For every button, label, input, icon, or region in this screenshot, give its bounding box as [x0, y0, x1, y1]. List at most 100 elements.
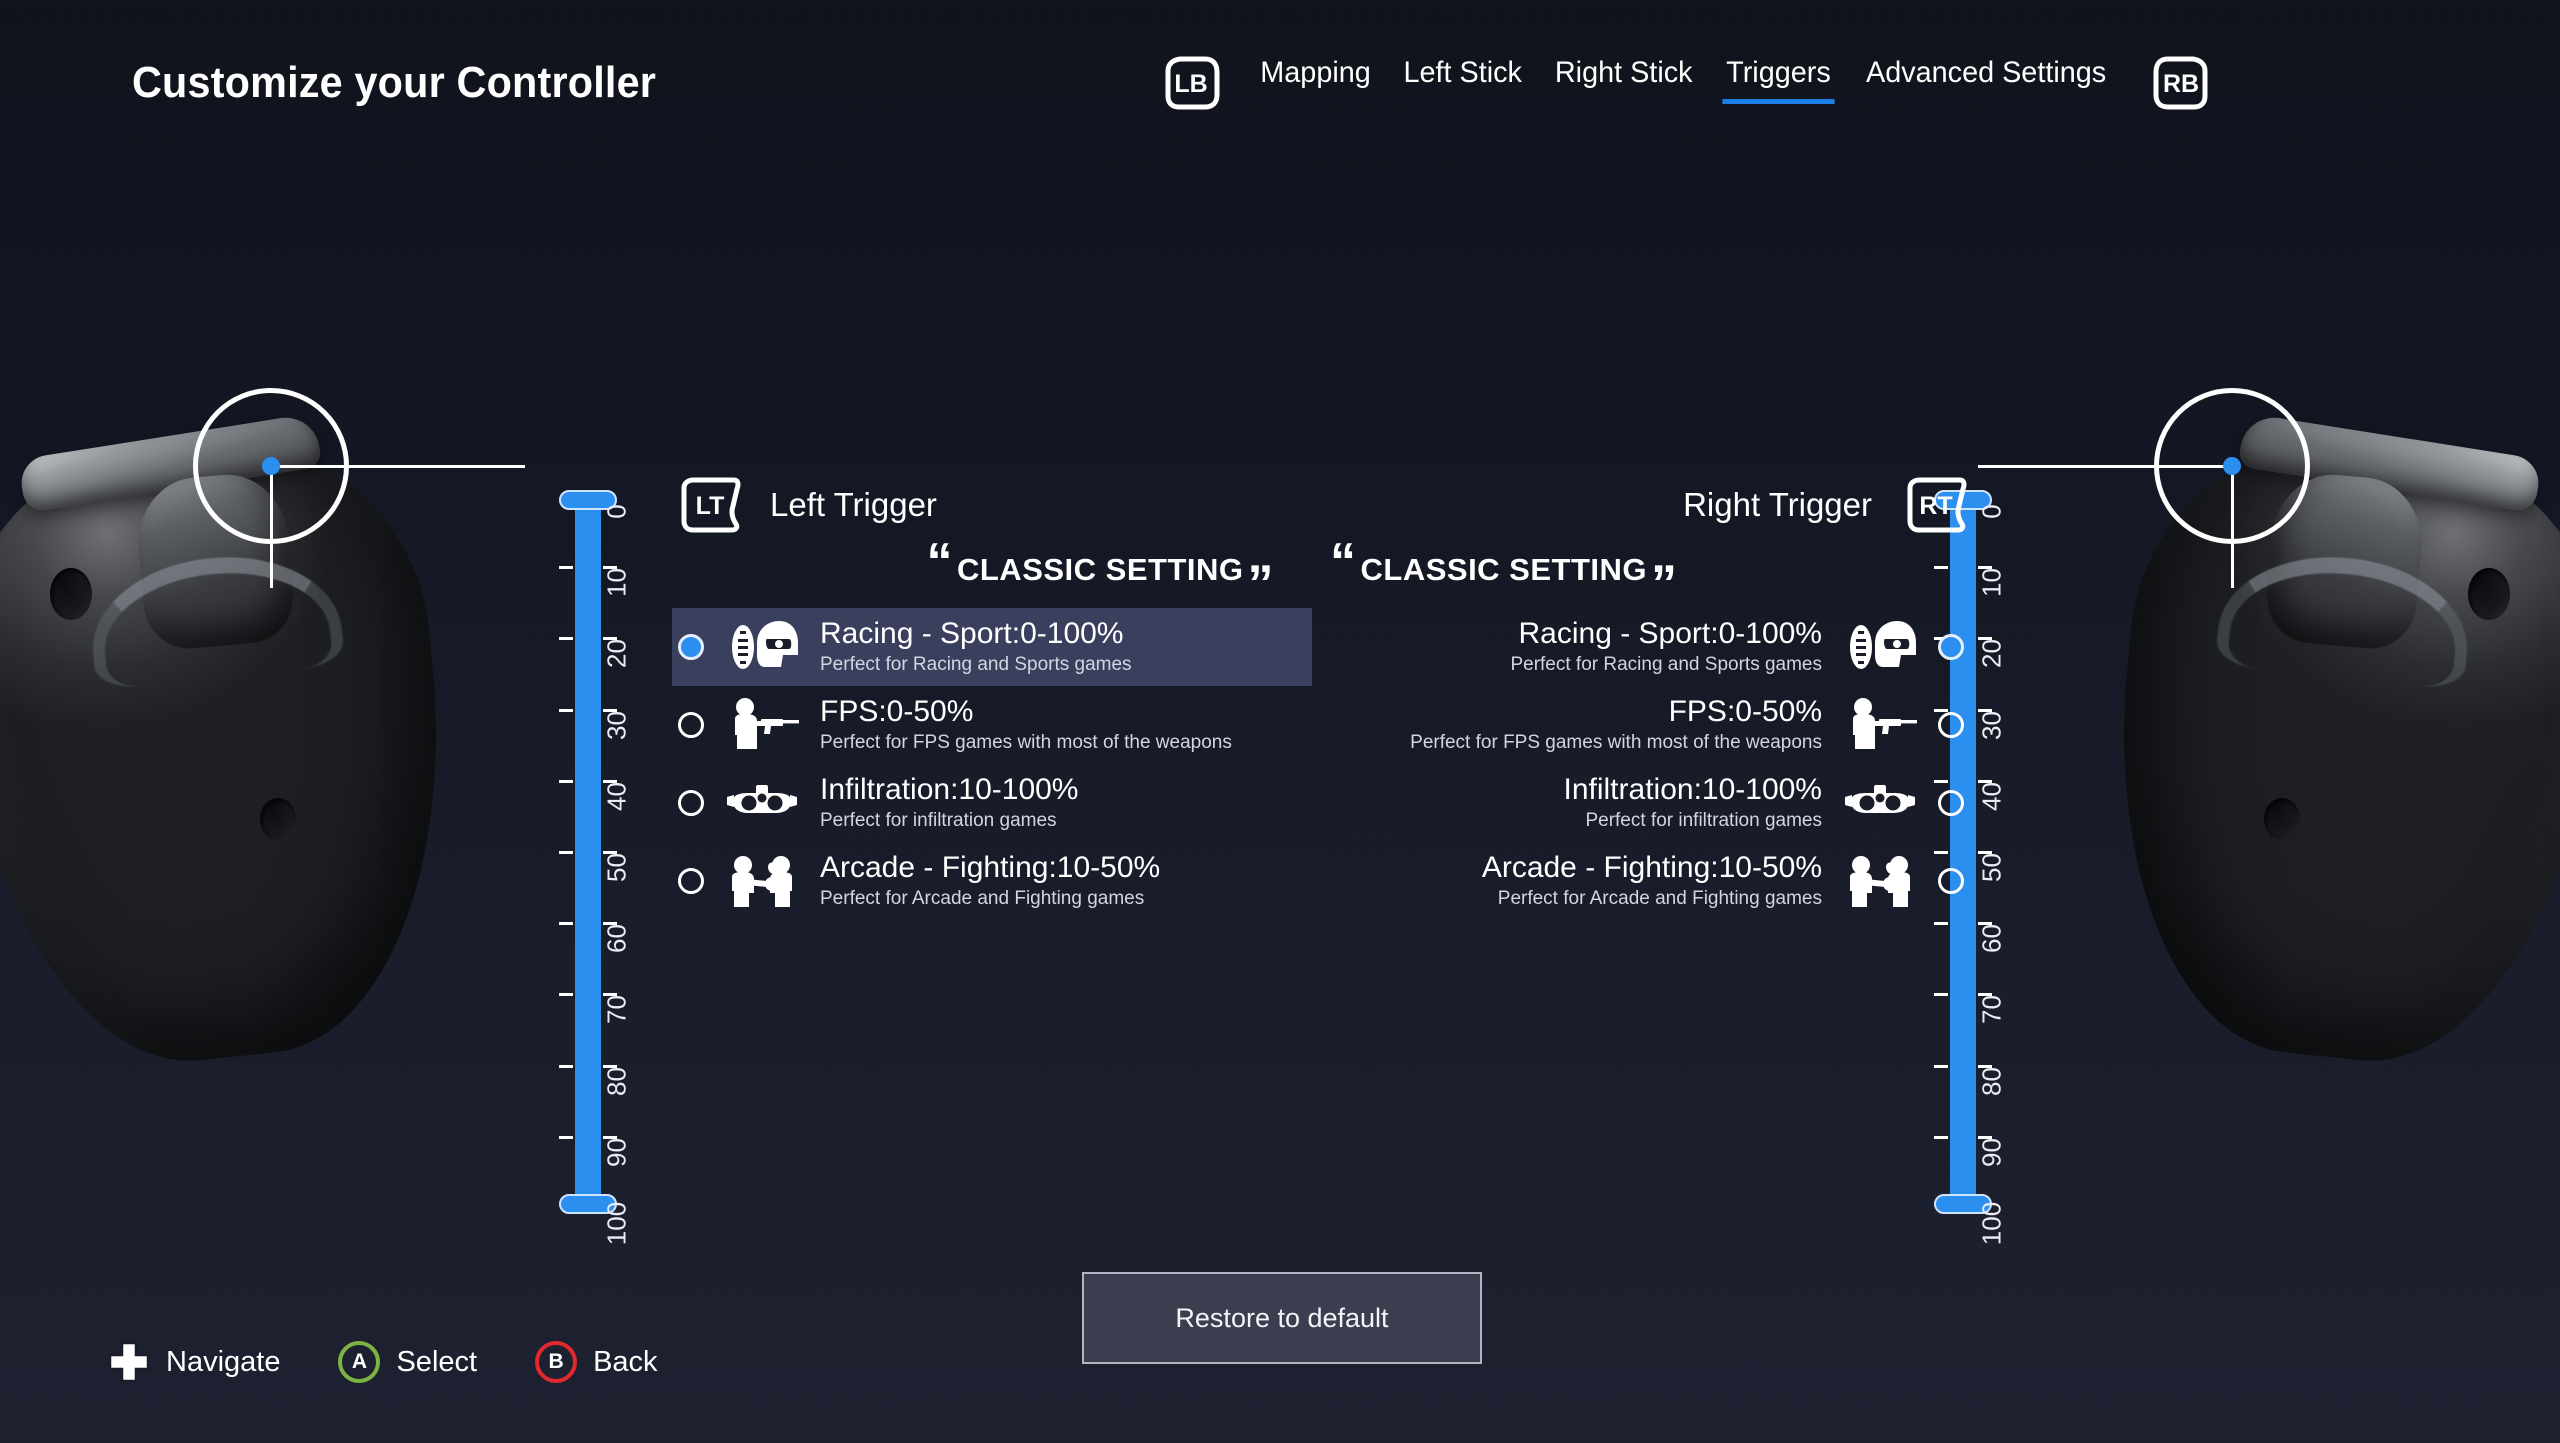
slider-tick: [1934, 993, 1948, 996]
slider-tick: [559, 637, 573, 640]
right-trigger-panel: Right Trigger RT “ CLASSIC SETTING ”: [1330, 470, 1970, 920]
slider-tick-label: 60: [1992, 923, 2046, 954]
slider-tick: [559, 1136, 573, 1139]
slider-tick: [559, 709, 573, 712]
radio-button[interactable]: [678, 790, 704, 816]
option-row-arcade-fighting[interactable]: Arcade - Fighting:10-50% Perfect for Arc…: [1330, 842, 1970, 920]
option-title: Racing - Sport:0-100%: [820, 616, 1306, 652]
tab-left-stick[interactable]: Left Stick: [1390, 55, 1535, 111]
option-text: Arcade - Fighting:10-50% Perfect for Arc…: [820, 850, 1306, 912]
footer-button-hints: Navigate A Select B Back: [108, 1341, 658, 1383]
option-text: Racing - Sport:0-100% Perfect for Racing…: [820, 616, 1306, 678]
option-subtitle: Perfect for infiltration games: [820, 808, 1306, 834]
option-text: Infiltration:10-100% Perfect for infiltr…: [820, 772, 1306, 834]
controller-vent: [2264, 798, 2300, 840]
hint-label: Back: [593, 1346, 657, 1379]
fps-soldier-icon: [722, 694, 802, 756]
left-trigger-option-list: Racing - Sport:0-100% Perfect for Racing…: [672, 608, 1312, 920]
controller-vent: [50, 568, 92, 620]
slider-tick-label: 30: [1992, 710, 2046, 741]
left-trigger-title: Left Trigger: [770, 486, 937, 524]
option-title: Racing - Sport:0-100%: [1336, 616, 1822, 652]
a-button-icon: A: [338, 1341, 380, 1383]
radio-button[interactable]: [1938, 712, 1964, 738]
right-trigger-option-list: Racing - Sport:0-100% Perfect for Racing…: [1330, 608, 1970, 920]
option-subtitle: Perfect for Racing and Sports games: [820, 652, 1306, 678]
tab-triggers[interactable]: Triggers: [1713, 55, 1844, 111]
radio-button[interactable]: [678, 634, 704, 660]
hint-back[interactable]: B Back: [535, 1341, 657, 1383]
fighting-icon: [1840, 850, 1920, 912]
page-title: Customize your Controller: [132, 58, 656, 108]
reticle-vertical-line: [2231, 466, 2234, 588]
slider-tick: [559, 922, 573, 925]
reticle-center-dot-icon: [2223, 457, 2241, 475]
lb-bumper-icon: LB: [1160, 55, 1222, 111]
option-row-racing-sport[interactable]: Racing - Sport:0-100% Perfect for Racing…: [1330, 608, 1970, 686]
slider-tick: [559, 993, 573, 996]
slider-tick-label: 40: [1992, 781, 2046, 812]
radio-button[interactable]: [1938, 790, 1964, 816]
slider-tick: [559, 1065, 573, 1068]
slider-tick-label: 80: [617, 1066, 671, 1097]
slider-tick-label: 20: [1992, 638, 2046, 669]
option-title: Infiltration:10-100%: [820, 772, 1306, 808]
option-text: Racing - Sport:0-100% Perfect for Racing…: [1336, 616, 1822, 678]
dpad-icon: [108, 1341, 150, 1383]
lt-trigger-icon: LT: [672, 476, 744, 534]
left-trigger-panel: LT Left Trigger “ CLASSIC SETTING ”: [672, 470, 1312, 920]
option-row-fps[interactable]: FPS:0-50% Perfect for FPS games with mos…: [672, 686, 1312, 764]
tab-label: Advanced Settings: [1866, 55, 2106, 91]
restore-to-default-button[interactable]: Restore to default: [1082, 1272, 1482, 1364]
option-row-fps[interactable]: FPS:0-50% Perfect for FPS games with mos…: [1330, 686, 1970, 764]
slider-tick: [559, 566, 573, 569]
slider-tick-label: 80: [1992, 1066, 2046, 1097]
option-subtitle: Perfect for FPS games with most of the w…: [1336, 730, 1822, 756]
radio-button[interactable]: [1938, 634, 1964, 660]
radio-button[interactable]: [678, 868, 704, 894]
option-title: Arcade - Fighting:10-50%: [1336, 850, 1822, 886]
option-row-infiltration[interactable]: Infiltration:10-100% Perfect for infiltr…: [1330, 764, 1970, 842]
left-trigger-header: LT Left Trigger: [672, 470, 1312, 540]
section-label-text: CLASSIC SETTING: [1361, 552, 1648, 588]
fighting-icon: [722, 850, 802, 912]
slider-tick: [1934, 1065, 1948, 1068]
slider-tick-label: 50: [1992, 852, 2046, 883]
option-text: Infiltration:10-100% Perfect for infiltr…: [1336, 772, 1822, 834]
page-header: Customize your Controller LB Mapping Lef…: [0, 0, 2560, 190]
left-trigger-range-slider[interactable]: 0102030405060708090100: [553, 496, 673, 1236]
option-row-racing-sport[interactable]: Racing - Sport:0-100% Perfect for Racing…: [672, 608, 1312, 686]
controller-vent: [2468, 568, 2510, 620]
tab-mapping[interactable]: Mapping: [1247, 55, 1384, 111]
fps-soldier-icon: [1840, 694, 1920, 756]
controller-vent: [260, 798, 296, 840]
option-title: Arcade - Fighting:10-50%: [820, 850, 1306, 886]
right-trigger-title: Right Trigger: [1683, 486, 1872, 524]
right-trigger-section-label: “ CLASSIC SETTING ”: [1330, 540, 1970, 600]
hint-select[interactable]: A Select: [338, 1341, 477, 1383]
hint-label: Navigate: [166, 1346, 280, 1379]
reticle-leader-line: [1978, 465, 2232, 468]
option-title: Infiltration:10-100%: [1336, 772, 1822, 808]
svg-text:LT: LT: [696, 492, 725, 520]
slider-tick: [559, 851, 573, 854]
slider-tick-label: 70: [617, 994, 671, 1025]
racing-helmet-icon: [722, 616, 802, 678]
option-title: FPS:0-50%: [1336, 694, 1822, 730]
b-button-icon: B: [535, 1341, 577, 1383]
radio-button[interactable]: [678, 712, 704, 738]
slider-tick-label: 100: [617, 1208, 671, 1239]
slider-tick-label: 90: [1992, 1137, 2046, 1168]
tab-right-stick[interactable]: Right Stick: [1542, 55, 1707, 111]
radio-button[interactable]: [1938, 868, 1964, 894]
slider-tick: [1934, 1136, 1948, 1139]
tab-advanced-settings[interactable]: Advanced Settings: [1852, 55, 2119, 111]
svg-text:LB: LB: [1174, 70, 1207, 98]
option-row-arcade-fighting[interactable]: Arcade - Fighting:10-50% Perfect for Arc…: [672, 842, 1312, 920]
option-text: FPS:0-50% Perfect for FPS games with mos…: [1336, 694, 1822, 756]
slider-tick: [559, 780, 573, 783]
hint-navigate[interactable]: Navigate: [108, 1341, 280, 1383]
slider-tick-label: 70: [1992, 994, 2046, 1025]
svg-text:RT: RT: [1919, 492, 1952, 520]
option-row-infiltration[interactable]: Infiltration:10-100% Perfect for infiltr…: [672, 764, 1312, 842]
